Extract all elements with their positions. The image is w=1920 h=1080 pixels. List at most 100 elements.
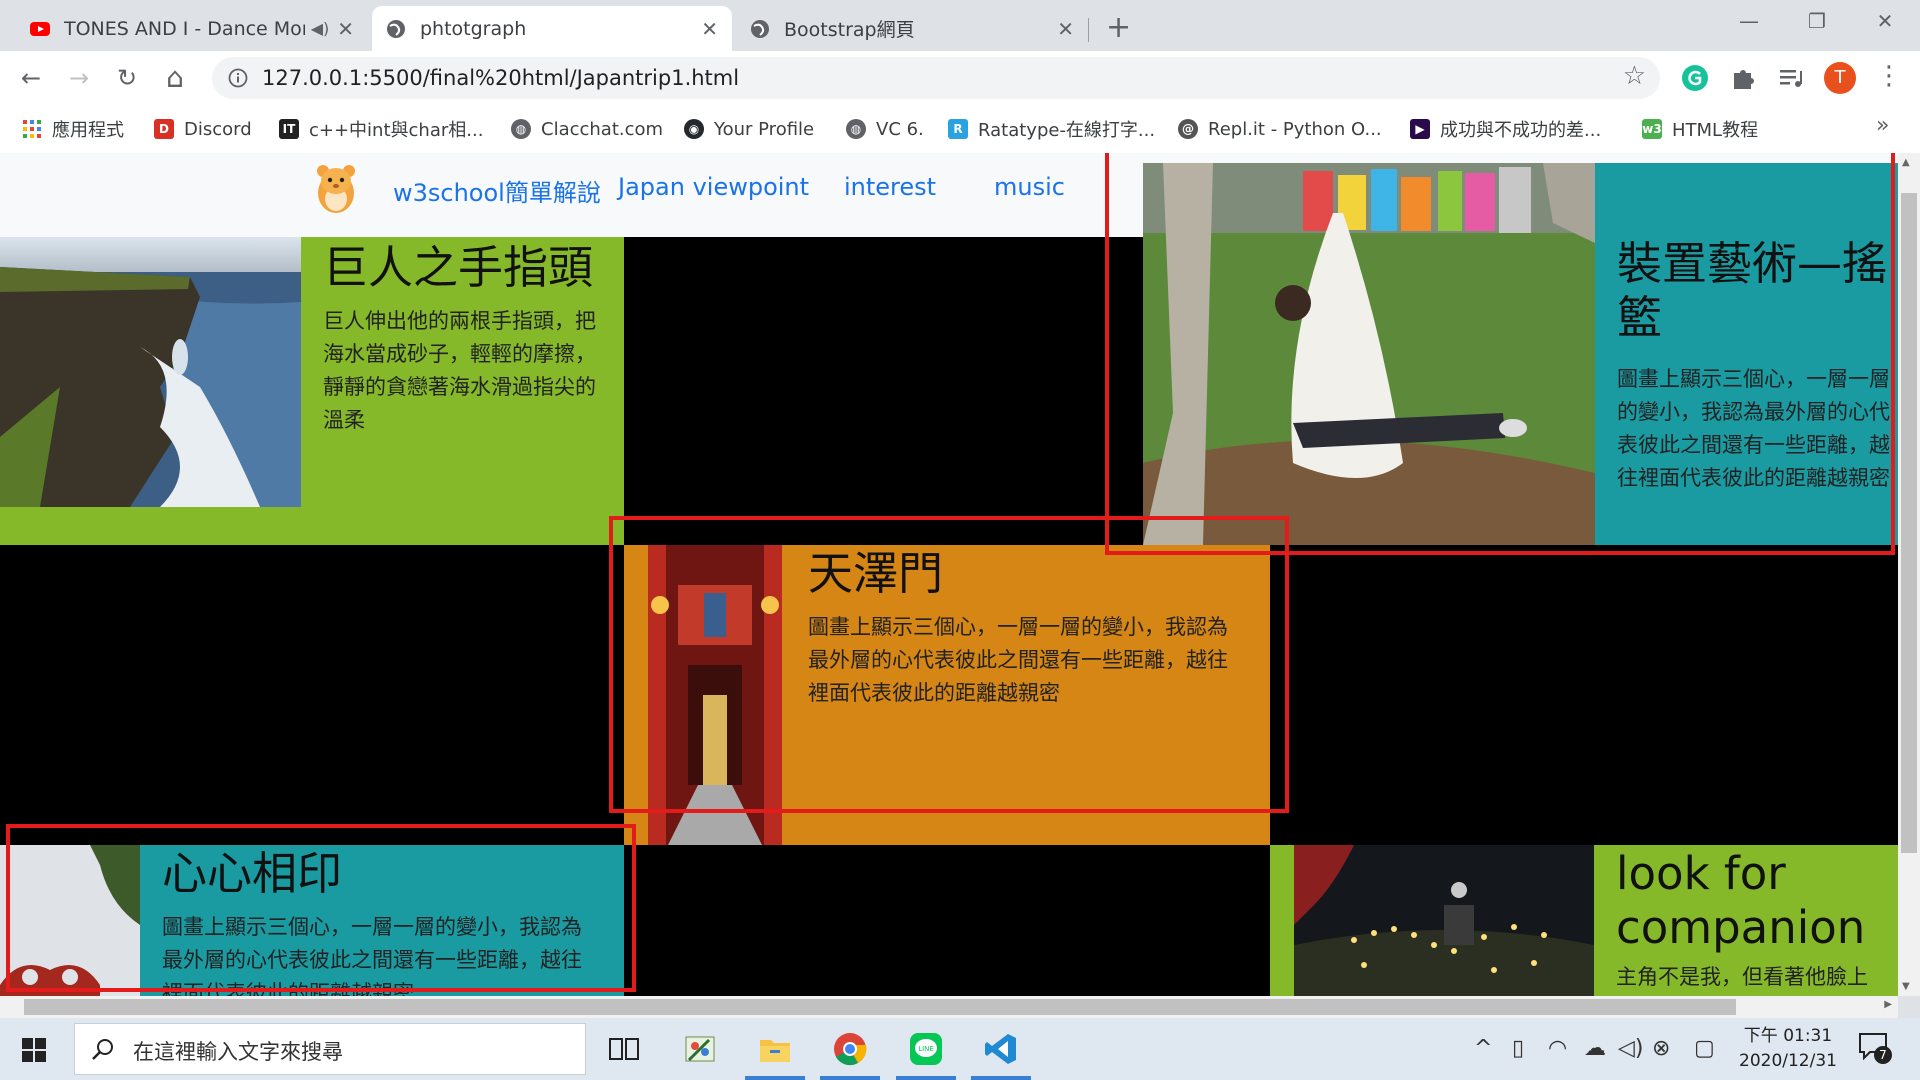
nav-link-japan-viewpoint[interactable]: Japan viewpoint	[618, 173, 809, 201]
task-view-icon[interactable]	[594, 1026, 654, 1072]
tab-title: phtotgraph	[420, 17, 527, 40]
cliff-ocean-photo	[0, 237, 301, 507]
tab-title: Bootstrap網頁	[784, 19, 915, 41]
horizontal-scrollbar[interactable]: ▶	[0, 996, 1898, 1018]
tab-close-button[interactable]: ✕	[1057, 17, 1074, 41]
scroll-down-arrow-icon[interactable]: ▼	[1902, 981, 1910, 992]
bookmark-item[interactable]: D Discord	[154, 115, 252, 143]
card-text: 巨人伸出他的兩根手指頭，把海水當成砂子，輕輕的摩擦，靜靜的貪戀著海水滑過指尖的溫…	[323, 309, 596, 432]
info-icon[interactable]	[228, 68, 248, 88]
forward-button[interactable]: →	[60, 59, 98, 97]
bookmark-item[interactable]: ◍ VC 6.	[846, 115, 924, 143]
apps-grid-icon	[23, 120, 41, 138]
nav-link-music[interactable]: music	[994, 173, 1065, 201]
no-network-icon[interactable]: ⊗	[1652, 1036, 1670, 1061]
ratatype-icon: R	[948, 119, 968, 139]
card-text: 主角不是我，但看著他臉上	[1616, 965, 1868, 989]
scroll-right-arrow-icon[interactable]: ▶	[1884, 999, 1892, 1010]
extensions-puzzle-icon[interactable]	[1730, 65, 1756, 91]
device-icon[interactable]: ▯	[1512, 1036, 1524, 1061]
speaker-icon[interactable]: ◀)	[311, 19, 330, 38]
profile-avatar[interactable]: T	[1824, 62, 1856, 94]
globe-icon: ◍	[511, 119, 531, 139]
bookmark-item[interactable]: R Ratatype-在線打字...	[948, 115, 1155, 143]
browser-toolbar: ← → ↻ ⌂ 127.0.0.1:5500/final%20html/Japa…	[0, 51, 1920, 105]
bookmark-label: VC 6.	[876, 118, 924, 140]
windows-start-icon[interactable]	[22, 1038, 46, 1062]
hamster-logo[interactable]	[313, 157, 359, 215]
replit-icon: @	[1178, 119, 1198, 139]
restore-button[interactable]: ❐	[1792, 6, 1842, 36]
bookmark-item[interactable]: ▶ 成功與不成功的差...	[1410, 115, 1601, 143]
w3-icon: w3	[1642, 119, 1662, 139]
chrome-menu-button[interactable]: ⋮	[1876, 61, 1902, 91]
vscode-icon[interactable]	[971, 1026, 1031, 1080]
scroll-up-arrow-icon[interactable]: ▲	[1902, 157, 1910, 168]
bookmark-label: Repl.it - Python O...	[1208, 118, 1382, 140]
nav-link-interest[interactable]: interest	[844, 173, 936, 201]
video-icon: ▶	[1410, 119, 1430, 139]
highlight-box	[609, 516, 1289, 813]
highlight-box	[1105, 153, 1895, 555]
tab-strip: TONES AND I - Dance Mon ◀) ✕ phtotgraph …	[0, 0, 1920, 51]
minimize-button[interactable]: —	[1724, 6, 1774, 36]
clock[interactable]: 下午 01:31 2020/12/31	[1738, 1024, 1838, 1074]
bookmark-label: Clacchat.com	[541, 118, 664, 140]
bookmark-star-icon[interactable]: ☆	[1623, 61, 1646, 91]
tab-phtotgraph[interactable]: phtotgraph ✕	[372, 6, 732, 51]
bookmark-item[interactable]: @ Repl.it - Python O...	[1178, 115, 1382, 143]
bookmark-label: Discord	[184, 118, 252, 140]
tab-close-button[interactable]: ✕	[701, 17, 718, 41]
file-explorer-icon[interactable]	[745, 1026, 805, 1080]
chrome-icon[interactable]	[820, 1026, 880, 1080]
bookmark-label: Ratatype-在線打字...	[978, 120, 1156, 141]
address-bar[interactable]: 127.0.0.1:5500/final%20html/Japantrip1.h…	[212, 57, 1660, 99]
tab-youtube[interactable]: TONES AND I - Dance Mon ◀) ✕	[16, 6, 368, 51]
bookmark-label: HTML教程	[1672, 120, 1759, 141]
grammarly-icon[interactable]	[1681, 64, 1709, 92]
highlight-box	[6, 824, 636, 992]
more-bookmarks-button[interactable]: »	[1876, 113, 1889, 138]
new-tab-button[interactable]: +	[1106, 10, 1131, 45]
bookmark-item[interactable]: 應用程式	[22, 115, 124, 143]
windows-taskbar: 在這裡輸入文字來搜尋 LINE ^ ▯ ◠ ☁ ◁) ⊗ ▢ 下午 01:31 …	[0, 1018, 1920, 1080]
onedrive-icon[interactable]: ☁	[1584, 1036, 1606, 1061]
nav-link-w3school[interactable]: w3school簡單解說	[393, 173, 601, 208]
input-method-icon[interactable]: ▢	[1694, 1036, 1715, 1061]
clock-time: 下午 01:31	[1743, 1026, 1833, 1046]
globe-icon	[387, 19, 405, 38]
bookmark-label: c++中int與char相...	[309, 120, 484, 141]
tab-bootstrap[interactable]: Bootstrap網頁 ✕	[736, 6, 1088, 51]
media-control-icon[interactable]	[1778, 65, 1804, 91]
card-giant-hand: 巨人之手指頭 巨人伸出他的兩根手指頭，把海水當成砂子，輕輕的摩擦，靜靜的貪戀著海…	[0, 237, 624, 545]
back-button[interactable]: ←	[12, 59, 50, 97]
tab-title: TONES AND I - Dance Mon	[64, 17, 305, 40]
paint-app-icon[interactable]	[670, 1026, 730, 1072]
line-app-icon[interactable]: LINE	[896, 1026, 956, 1080]
bookmark-item[interactable]: w3 HTML教程	[1642, 115, 1758, 143]
night-lanterns-photo	[1294, 845, 1594, 996]
tab-close-button[interactable]: ✕	[337, 17, 354, 41]
bookmark-label: 應用程式	[52, 120, 124, 141]
vertical-scrollbar[interactable]: ▲ ▼	[1898, 153, 1920, 996]
scrollbar-thumb[interactable]	[1901, 193, 1917, 853]
volume-icon[interactable]: ◁)	[1618, 1036, 1644, 1061]
home-button[interactable]: ⌂	[156, 59, 194, 97]
bookmark-item[interactable]: ◍ Clacchat.com	[511, 115, 663, 143]
url-text[interactable]: 127.0.0.1:5500/final%20html/Japantrip1.h…	[262, 57, 739, 99]
close-window-button[interactable]: ✕	[1860, 6, 1910, 36]
card-title: look for companion	[1616, 847, 1866, 954]
notification-center-icon[interactable]: 7	[1858, 1032, 1892, 1064]
bookmark-item[interactable]: ◉ Your Profile	[684, 115, 814, 143]
taskbar-search-box[interactable]: 在這裡輸入文字來搜尋	[74, 1023, 586, 1075]
clock-date: 2020/12/31	[1739, 1051, 1837, 1071]
reload-button[interactable]: ↻	[108, 59, 146, 97]
wifi-icon[interactable]: ◠	[1548, 1036, 1567, 1061]
bookmark-item[interactable]: IT c++中int與char相...	[279, 115, 483, 143]
github-icon: ◉	[684, 119, 704, 139]
globe-icon: ◍	[846, 119, 866, 139]
it-icon: IT	[279, 119, 299, 139]
scrollbar-thumb[interactable]	[24, 999, 1736, 1015]
bookmark-label: Your Profile	[714, 118, 815, 140]
show-hidden-icons-chevron[interactable]: ^	[1474, 1036, 1492, 1061]
